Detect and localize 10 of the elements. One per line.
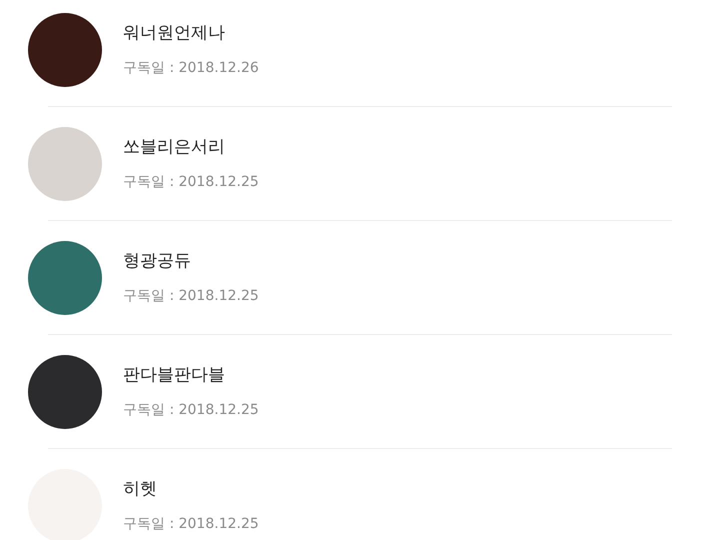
subscription-date: 구독일 : 2018.12.25 xyxy=(123,286,259,304)
subscription-date: 구독일 : 2018.12.25 xyxy=(123,514,259,532)
subscriber-name: 판다블판다블 xyxy=(123,364,226,384)
subscriber-name: 형광공듀 xyxy=(123,250,192,270)
subscriber-name: 쏘블리은서리 xyxy=(123,136,226,156)
subscription-date: 구독일 : 2018.12.25 xyxy=(123,172,259,190)
subscription-date: 구독일 : 2018.12.26 xyxy=(123,58,259,76)
subscriber-name: 워너원언제나 xyxy=(123,22,226,42)
subscriber-name: 히헷 xyxy=(123,478,158,498)
subscription-date: 구독일 : 2018.12.25 xyxy=(123,400,259,418)
